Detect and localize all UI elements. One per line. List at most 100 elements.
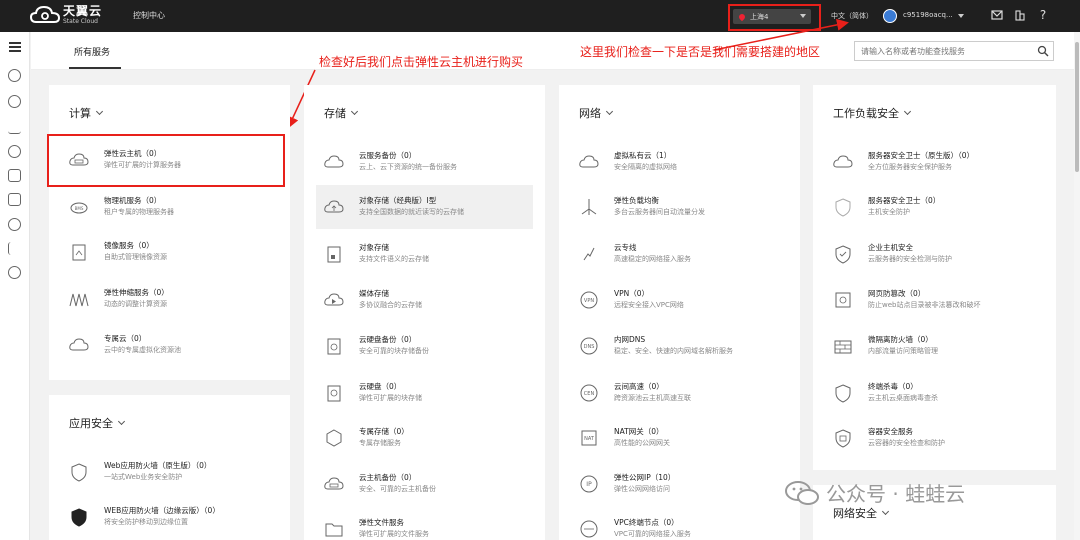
card-title-workload-security[interactable]: 工作负载安全 — [833, 105, 912, 121]
item-name: 云服务备份（0） — [359, 151, 417, 160]
item-name: 微隔离防火墙（0） — [868, 335, 933, 344]
item-name: 网页防篡改（0） — [868, 289, 926, 298]
scrollbar-thumb[interactable] — [1075, 42, 1079, 172]
list-item-object-storage[interactable]: 对象存储 支持文件语义的云存储 — [304, 232, 545, 276]
list-item-bare-metal[interactable]: BMS 物理机服务（0） 租户专属的物理服务器 — [49, 185, 290, 229]
item-name: 云硬盘（0） — [359, 382, 402, 391]
list-item-dedicated-cloud[interactable]: 专属云（0） 云中的专属虚拟化资源池 — [49, 323, 290, 367]
item-desc: 高速稳定的网络接入服务 — [614, 255, 691, 263]
item-name: 专属云（0） — [104, 334, 147, 343]
list-item-disk-backup[interactable]: 云硬盘备份（0） 安全可靠的块存储备份 — [304, 324, 545, 368]
list-item-enterprise-host-security[interactable]: 企业主机安全 云服务器的安全检测与防护 — [813, 232, 1056, 276]
sidebar-compute-icon[interactable] — [8, 69, 21, 82]
item-desc: 跨资源池云主机高速互联 — [614, 394, 691, 402]
item-name: 企业主机安全 — [868, 243, 913, 252]
card-title-storage[interactable]: 存储 — [324, 105, 359, 121]
item-name: 对象存储 — [359, 243, 389, 252]
building-icon[interactable] — [1014, 9, 1026, 21]
card-title-compute[interactable]: 计算 — [69, 105, 104, 121]
load-balancer-icon — [581, 199, 597, 215]
language-selector[interactable]: 中文（简体） — [831, 11, 873, 21]
help-icon[interactable]: ? — [1037, 9, 1049, 21]
cloud-backup-icon — [324, 155, 344, 168]
item-desc: 云上、云下资源的统一备份服务 — [359, 163, 457, 171]
list-item-vpc[interactable]: 虚拟私有云（1） 安全隔离的虚拟网络 — [559, 140, 800, 184]
search-input[interactable] — [854, 41, 1054, 61]
item-name: 媒体存储 — [359, 289, 389, 298]
list-item-waf-edge[interactable]: WEB应用防火墙（边缘云版）（0） 将安全防护移动到边缘位置 — [49, 495, 290, 539]
list-item-hss-native[interactable]: 服务器安全卫士（原生版）（0） 全方位服务器安全保护服务 — [813, 140, 1056, 184]
chevron-down-icon — [350, 107, 359, 116]
list-item-vpn[interactable]: VPN VPN（0） 远程安全接入VPC网络 — [559, 278, 800, 322]
search-icon[interactable] — [1037, 45, 1049, 57]
list-item-cloud-disk[interactable]: 云硬盘（0） 弹性可扩展的块存储 — [304, 371, 545, 415]
item-desc: 多协议融合的云存储 — [359, 301, 422, 309]
item-name: 镜像服务（0） — [104, 241, 154, 250]
item-desc: 支持全国数据的就近读写的云存储 — [359, 208, 464, 216]
list-item-object-storage-classic[interactable]: 对象存储（经典版）Ⅰ型 支持全国数据的就近读写的云存储 — [316, 185, 533, 229]
item-name: WEB应用防火墙（边缘云版）（0） — [104, 506, 220, 515]
list-item-eip[interactable]: IP 弹性公网IP（10） 弹性公网网络访问 — [559, 462, 800, 506]
sidebar-scaling-icon[interactable] — [8, 121, 21, 134]
item-name: 服务器安全卫士（原生版）（0） — [868, 151, 975, 160]
item-name: 云间高速（0） — [614, 382, 664, 391]
card-title-app-security[interactable]: 应用安全 — [69, 415, 126, 431]
list-item-host-backup[interactable]: 云主机备份（0） 安全、可靠的云主机备份 — [304, 462, 545, 506]
sidebar-ip-icon[interactable] — [8, 266, 21, 279]
disk-icon — [327, 385, 341, 402]
item-name: 云硬盘备份（0） — [359, 335, 417, 344]
list-item-cloud-backup[interactable]: 云服务备份（0） 云上、云下资源的统一备份服务 — [304, 140, 545, 184]
svg-text:VPN: VPN — [584, 298, 594, 304]
list-item-micro-segmentation[interactable]: 微隔离防火墙（0） 内部流量访问策略管理 — [813, 324, 1056, 368]
sidebar-storage-icon[interactable] — [8, 169, 21, 182]
sidebar-disk-icon[interactable] — [8, 145, 21, 158]
list-item-direct-connect[interactable]: 云专线 高速稳定的网络接入服务 — [559, 232, 800, 276]
list-item-cloud-connect[interactable]: CEN 云间高速（0） 跨资源池云主机高速互联 — [559, 371, 800, 415]
cloud-connect-icon: CEN — [580, 384, 598, 402]
sidebar-cluster-icon[interactable] — [8, 95, 21, 108]
list-item-vpc-endpoint[interactable]: VPC终端节点（0） VPC可靠的网络接入服务 — [559, 507, 800, 540]
avatar[interactable] — [883, 9, 897, 23]
scrollbar[interactable] — [1074, 32, 1080, 540]
item-name: 弹性伸缩服务（0） — [104, 288, 169, 297]
item-desc: 内部流量访问策略管理 — [868, 347, 938, 355]
card-title-network[interactable]: 网络 — [579, 105, 614, 121]
list-item-media-storage[interactable]: 媒体存储 多协议融合的云存储 — [304, 278, 545, 322]
cloud-logo-icon — [30, 5, 60, 23]
list-item-dedicated-storage[interactable]: 专属存储（0） 专属存储服务 — [304, 416, 545, 460]
sidebar-balance-icon[interactable] — [8, 242, 21, 255]
chevron-down-icon[interactable] — [958, 14, 964, 18]
sidebar-cloud-icon[interactable] — [8, 218, 21, 231]
console-link[interactable]: 控制中心 — [133, 10, 165, 21]
region-highlight-box — [728, 4, 821, 31]
menu-icon[interactable] — [9, 42, 21, 52]
list-item-antivirus[interactable]: 终端杀毒（0） 云主机云桌面病毒查杀 — [813, 371, 1056, 415]
list-item-hss[interactable]: 服务器安全卫士（0） 主机安全防护 — [813, 185, 1056, 229]
logo[interactable]: 天翼云 State Cloud — [30, 5, 102, 25]
card-title-network-security[interactable]: 网络安全 — [833, 505, 890, 521]
vpc-cloud-icon — [579, 155, 599, 168]
user-menu[interactable]: c95198oacq... — [903, 11, 953, 19]
sidebar-backup-icon[interactable] — [8, 193, 21, 206]
list-item-private-dns[interactable]: DNS 内网DNS 稳定、安全、快速的内网域名解析服务 — [559, 324, 800, 368]
list-item-waf-native[interactable]: Web应用防火墙（原生版）（0） 一站式Web业务安全防护 — [49, 450, 290, 494]
tab-all-services[interactable]: 所有服务 — [74, 45, 110, 58]
sidebar — [0, 32, 30, 540]
dns-icon: DNS — [580, 337, 598, 355]
list-item-elb[interactable]: 弹性负载均衡 多台云服务器间自动流量分发 — [559, 185, 800, 229]
list-item-auto-scaling[interactable]: 弹性伸缩服务（0） 动态的调整计算资源 — [49, 277, 290, 321]
list-item-web-tamper[interactable]: 网页防篡改（0） 防止web站点目录被非法篡改和破坏 — [813, 278, 1056, 322]
mail-icon[interactable] — [991, 9, 1003, 21]
list-item-nat-gateway[interactable]: NAT NAT网关（0） 高性能的公网网关 — [559, 416, 800, 460]
shield-icon — [71, 463, 87, 482]
list-item-container-security[interactable]: 容器安全服务 云容器的安全检查和防护 — [813, 416, 1056, 460]
shield-check-icon — [835, 245, 851, 264]
list-item-file-service[interactable]: 弹性文件服务 弹性可扩展的文件服务 — [304, 507, 545, 540]
cloud-shield-icon — [833, 155, 853, 168]
list-item-image[interactable]: 镜像服务（0） 自助式管理镜像资源 — [49, 230, 290, 274]
media-cloud-icon — [324, 293, 344, 306]
cloud-icon — [69, 338, 89, 351]
item-desc: 租户专属的物理服务器 — [104, 208, 174, 216]
item-desc: 一站式Web业务安全防护 — [104, 473, 183, 481]
item-desc: 专属存储服务 — [359, 439, 401, 447]
